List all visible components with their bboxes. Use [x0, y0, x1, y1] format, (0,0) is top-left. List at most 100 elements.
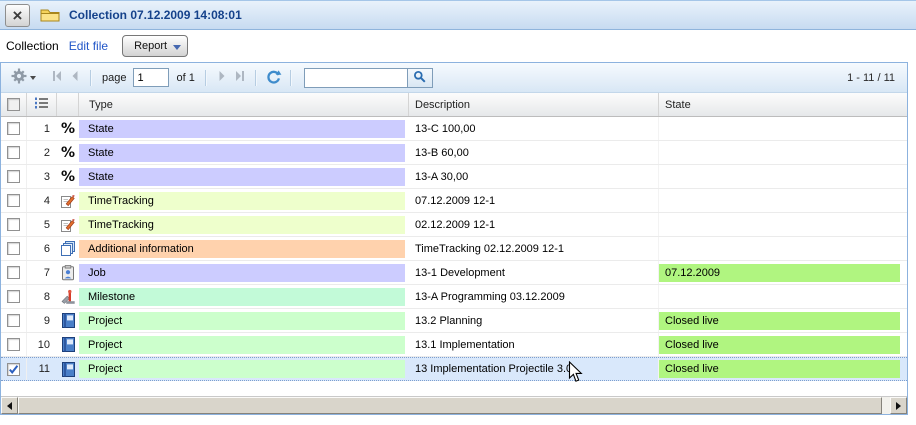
close-icon[interactable]: ×: [5, 4, 30, 27]
row-checkbox[interactable]: [7, 146, 20, 159]
column-header-state[interactable]: State: [659, 93, 907, 116]
row-description: 13.1 Implementation: [409, 333, 659, 356]
row-checkbox-cell: [1, 333, 27, 356]
row-description: 13 Implementation Projectile 3.0: [409, 358, 659, 380]
type-cell: TimeTracking: [79, 189, 409, 212]
next-page-icon: [215, 69, 229, 86]
state-cell: [659, 117, 907, 140]
column-header-description[interactable]: Description: [409, 93, 659, 116]
gear-icon: [11, 68, 27, 87]
row-checkbox[interactable]: [7, 290, 20, 303]
prev-page-button[interactable]: [66, 67, 84, 89]
numbered-list-icon: [34, 96, 49, 113]
toolbar-separator: [255, 70, 257, 86]
timetracking-icon: [57, 189, 79, 212]
table-row[interactable]: 5TimeTracking02.12.2009 12-1: [1, 213, 907, 237]
table-row[interactable]: 9Project13.2 PlanningClosed live: [1, 309, 907, 333]
table-row[interactable]: 4TimeTracking07.12.2009 12-1: [1, 189, 907, 213]
row-checkbox-cell: [1, 285, 27, 308]
report-dropdown-button[interactable]: Report: [122, 35, 188, 57]
row-number: 6: [27, 237, 57, 260]
first-page-icon: [50, 69, 64, 86]
search-button[interactable]: [407, 68, 433, 88]
grid-toolbar: page of 1: [1, 63, 907, 93]
table-row[interactable]: 8Milestone13-A Programming 03.12.2009: [1, 285, 907, 309]
type-cell: Job: [79, 261, 409, 284]
application-window: × Collection 07.12.2009 14:08:01 Collect…: [0, 0, 916, 425]
page-count-label: of 1: [176, 72, 194, 84]
row-checkbox[interactable]: [7, 314, 20, 327]
table-row[interactable]: 11Project13 Implementation Projectile 3.…: [1, 357, 907, 381]
type-cell: Additional information: [79, 237, 409, 260]
table-row[interactable]: 6Additional informationTimeTracking 02.1…: [1, 237, 907, 261]
state-badge: Closed live: [659, 360, 900, 378]
search-input[interactable]: [304, 68, 407, 88]
type-cell: State: [79, 117, 409, 140]
state-cell: 07.12.2009: [659, 261, 907, 284]
scroll-right-icon: [896, 402, 901, 410]
type-cell: State: [79, 141, 409, 164]
timetracking-icon: [57, 213, 79, 236]
menu-edit-file-link[interactable]: Edit file: [69, 39, 108, 53]
state-cell: [659, 165, 907, 188]
select-all-checkbox[interactable]: [7, 98, 20, 111]
row-number: 4: [27, 189, 57, 212]
report-button-label: Report: [134, 40, 167, 52]
row-number: 5: [27, 213, 57, 236]
row-checkbox-cell: [1, 213, 27, 236]
type-badge: Project: [79, 312, 405, 330]
type-badge: Job: [79, 264, 405, 282]
row-checkbox[interactable]: [7, 194, 20, 207]
type-badge: TimeTracking: [79, 192, 405, 210]
chevron-down-icon: [173, 45, 181, 50]
row-checkbox-cell: [1, 117, 27, 140]
refresh-button[interactable]: [263, 67, 284, 89]
table-row[interactable]: 7Job13-1 Development07.12.2009: [1, 261, 907, 285]
row-checkbox[interactable]: [7, 338, 20, 351]
column-header-type[interactable]: Type: [79, 93, 409, 116]
scroll-left-button[interactable]: [1, 397, 18, 414]
row-checkbox[interactable]: [7, 122, 20, 135]
column-header-row: Type Description State: [1, 93, 907, 117]
row-number: 9: [27, 309, 57, 332]
row-checkbox-cell: [1, 309, 27, 332]
toolbar-separator: [205, 70, 207, 86]
row-checkbox-cell: [1, 358, 27, 380]
type-badge: Project: [79, 336, 405, 354]
table-row[interactable]: 2%State13-B 60,00: [1, 141, 907, 165]
row-checkbox[interactable]: [7, 363, 20, 376]
row-checkbox[interactable]: [7, 170, 20, 183]
row-checkbox-cell: [1, 189, 27, 212]
table-row[interactable]: 10Project13.1 ImplementationClosed live: [1, 333, 907, 357]
percent-icon: %: [57, 165, 79, 188]
percent-icon: %: [57, 141, 79, 164]
row-checkbox[interactable]: [7, 266, 20, 279]
row-checkbox[interactable]: [7, 218, 20, 231]
row-number-header[interactable]: [27, 93, 57, 116]
row-description: 13-1 Development: [409, 261, 659, 284]
horizontal-scrollbar[interactable]: [1, 396, 907, 414]
state-cell: [659, 285, 907, 308]
pages-icon: [57, 237, 79, 260]
settings-gear-button[interactable]: [9, 67, 38, 89]
page-number-input[interactable]: [133, 68, 169, 87]
type-badge: Project: [79, 360, 405, 378]
first-page-button[interactable]: [48, 67, 66, 89]
row-checkbox[interactable]: [7, 242, 20, 255]
row-description: 13.2 Planning: [409, 309, 659, 332]
table-row[interactable]: 3%State13-A 30,00: [1, 165, 907, 189]
row-checkbox-cell: [1, 165, 27, 188]
chevron-down-icon: [30, 76, 36, 80]
row-checkbox-cell: [1, 141, 27, 164]
next-page-button[interactable]: [213, 67, 231, 89]
scroll-left-icon: [7, 402, 12, 410]
row-number: 3: [27, 165, 57, 188]
page-title: Collection 07.12.2009 14:08:01: [69, 8, 242, 22]
type-badge: Additional information: [79, 240, 405, 258]
table-row[interactable]: 1%State13-C 100,00: [1, 117, 907, 141]
scroll-right-button[interactable]: [890, 397, 907, 414]
scrollbar-thumb[interactable]: [18, 397, 882, 414]
row-checkbox-cell: [1, 237, 27, 260]
type-cell: Project: [79, 358, 409, 380]
last-page-button[interactable]: [231, 67, 249, 89]
